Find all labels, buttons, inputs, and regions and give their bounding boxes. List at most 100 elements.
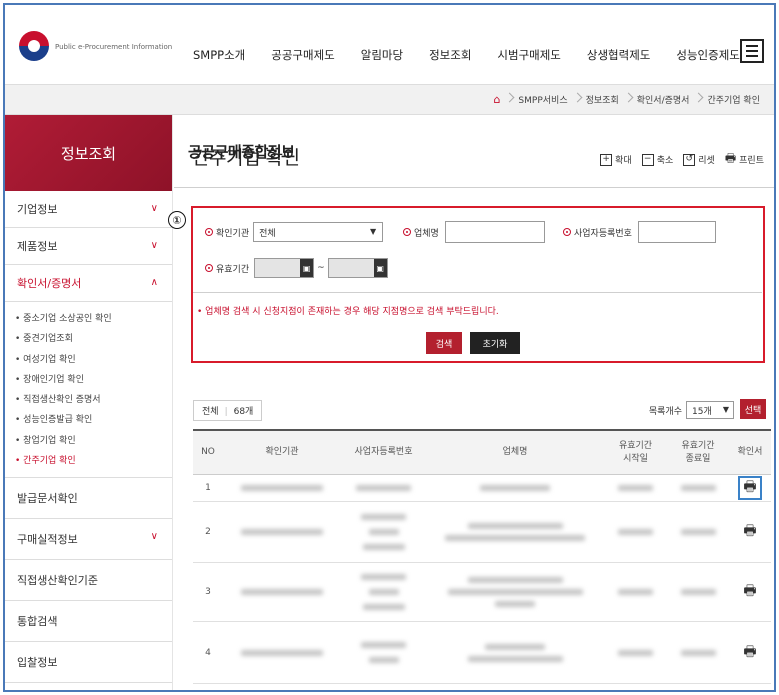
sidebar-submenu: 중소기업 소상공인 확인 중견기업조회 여성기업 확인 장애인기업 확인 직접생… bbox=[5, 302, 172, 479]
page-tools: + 확대 − 축소 ↺ 리셋 🖶 프린트 bbox=[590, 149, 764, 170]
site-logo[interactable]: 공공구매종합정보 Public e-Procurement Informatio… bbox=[19, 31, 295, 161]
redacted-cell bbox=[495, 601, 535, 607]
bullet-icon bbox=[205, 228, 213, 236]
col-header: 사업자등록번호 bbox=[354, 447, 413, 458]
chevron-down-icon: ∨ bbox=[150, 240, 158, 251]
total-count-value: 68개 bbox=[233, 407, 254, 417]
date-separator: ~ bbox=[317, 263, 325, 273]
biz-number-input[interactable] bbox=[637, 221, 716, 243]
reset-button[interactable]: 초기화 bbox=[470, 332, 520, 354]
biz-number-label: 사업자등록번호 bbox=[563, 226, 632, 239]
print-certificate-icon[interactable]: 🖶 bbox=[738, 580, 762, 604]
col-header: 업체명 bbox=[502, 447, 528, 458]
nav-notice[interactable]: 알림마당 bbox=[361, 47, 403, 63]
print-certificate-icon[interactable]: 🖶 bbox=[738, 641, 762, 665]
per-page-select[interactable]: 15개 ▼ bbox=[686, 401, 734, 419]
submenu-item[interactable]: 장애인기업 확인 bbox=[15, 370, 172, 390]
calendar-icon[interactable]: ▣ bbox=[300, 259, 314, 277]
sidebar-item-product-info[interactable]: 제품정보 ∨ bbox=[5, 228, 172, 265]
submenu-item[interactable]: 직접생산확인 증명서 bbox=[15, 390, 172, 410]
nav-info-lookup[interactable]: 정보조회 bbox=[429, 47, 471, 63]
nav-public-purchase[interactable]: 공공구매제도 bbox=[271, 47, 334, 63]
print-page-button[interactable]: 🖶 프린트 bbox=[725, 149, 764, 170]
results-table: NO 확인기관 사업자등록번호 업체명 유효기간 시작일 유효기간 종료일 확인… bbox=[193, 429, 771, 684]
submenu-item[interactable]: 여성기업 확인 bbox=[15, 350, 172, 370]
nav-smpp-intro[interactable]: SMPP소개 bbox=[193, 47, 245, 63]
table-row[interactable]: 3 🖶 bbox=[193, 563, 771, 622]
per-page-label: 목록개수 bbox=[648, 406, 682, 417]
company-label: 업체명 bbox=[403, 226, 439, 239]
main-nav: SMPP소개 공공구매제도 알림마당 정보조회 시범구매제도 상생협력제도 성능… bbox=[193, 47, 766, 63]
site-header: 공공구매종합정보 Public e-Procurement Informatio… bbox=[5, 5, 774, 161]
app-frame: 공공구매종합정보 Public e-Procurement Informatio… bbox=[3, 3, 776, 692]
reset-icon: ↺ bbox=[683, 153, 696, 166]
nav-performance-cert[interactable]: 성능인증제도 bbox=[676, 47, 739, 63]
bullet-icon bbox=[403, 228, 411, 236]
redacted-cell bbox=[445, 535, 585, 541]
sidebar-item-label: 기업정보 bbox=[17, 203, 58, 216]
page-title: 간주기업 확인 bbox=[192, 147, 300, 169]
sidebar-item-certificates[interactable]: 확인서/증명서 ∧ bbox=[5, 265, 172, 302]
tool-label: 프린트 bbox=[739, 156, 764, 166]
redacted-cell bbox=[368, 657, 399, 663]
hamburger-menu-icon[interactable] bbox=[740, 39, 764, 63]
zoom-in-button[interactable]: + 확대 bbox=[600, 153, 632, 166]
tool-label: 확대 bbox=[615, 156, 632, 166]
sidebar-item-direct-production-criteria[interactable]: 직접생산확인기준 bbox=[5, 560, 172, 602]
table-row[interactable]: 4 🖶 bbox=[193, 622, 771, 684]
submenu-item-active[interactable]: 간주기업 확인 bbox=[15, 451, 172, 471]
end-date-input[interactable]: ▣ bbox=[327, 258, 388, 278]
main-content: 간주기업 확인 + 확대 − 축소 ↺ 리셋 🖶 프린트 ① 확인기관 전체 ▼ 업체명 … bbox=[168, 115, 774, 690]
redacted-cell bbox=[361, 642, 406, 648]
breadcrumb-item[interactable]: 간주기업 확인 bbox=[707, 93, 760, 106]
company-name-input[interactable] bbox=[444, 221, 545, 243]
table-row[interactable]: 1 🖶 bbox=[193, 475, 771, 502]
sidebar-item-label: 구매실적정보 bbox=[17, 533, 78, 547]
calendar-icon[interactable]: ▣ bbox=[373, 259, 387, 277]
redacted-cell bbox=[618, 649, 653, 656]
org-select-value: 전체 bbox=[259, 228, 276, 239]
table-row[interactable]: 2 🖶 bbox=[193, 502, 771, 563]
taegeuk-logo-icon bbox=[19, 31, 49, 61]
home-icon[interactable]: ⌂ bbox=[493, 93, 500, 106]
print-certificate-icon[interactable]: 🖶 bbox=[738, 520, 762, 544]
redacted-cell bbox=[447, 589, 583, 595]
nav-pilot-purchase[interactable]: 시범구매제도 bbox=[497, 47, 560, 63]
nav-cooperation[interactable]: 상생협력제도 bbox=[587, 47, 650, 63]
sidebar-item-company-info[interactable]: 기업정보 ∨ bbox=[5, 191, 172, 228]
search-button[interactable]: 검색 bbox=[426, 332, 462, 354]
redacted-cell bbox=[368, 589, 399, 595]
breadcrumb-item[interactable]: SMPP서비스 bbox=[518, 93, 567, 106]
zoom-out-button[interactable]: − 축소 bbox=[641, 153, 673, 166]
sidebar-item-label: 통합검색 bbox=[17, 615, 58, 629]
redacted-cell bbox=[480, 485, 550, 491]
sidebar-item-integrated-search[interactable]: 통합검색 bbox=[5, 601, 172, 643]
breadcrumb-item[interactable]: 확인서/증명서 bbox=[637, 93, 690, 106]
minus-icon: − bbox=[641, 153, 654, 166]
breadcrumb: ⌂ SMPP서비스 정보조회 확인서/증명서 간주기업 확인 bbox=[493, 93, 760, 106]
submenu-item[interactable]: 중견기업조회 bbox=[15, 329, 172, 349]
submenu-item[interactable]: 성능인증발급 확인 bbox=[15, 410, 172, 430]
total-count: 전체 | 68개 bbox=[193, 400, 263, 421]
redacted-cell bbox=[680, 649, 716, 656]
sidebar-item-bid-info[interactable]: 입찰정보 bbox=[5, 642, 172, 684]
reset-zoom-button[interactable]: ↺ 리셋 bbox=[683, 153, 715, 166]
select-button[interactable]: 선택 bbox=[740, 399, 766, 419]
redacted-cell bbox=[485, 643, 545, 650]
sidebar-item-purchase-record[interactable]: 구매실적정보 ∨ bbox=[5, 519, 172, 561]
sidebar: 정보조회 기업정보 ∨ 제품정보 ∨ 확인서/증명서 ∧ 중소기업 소상공인 확… bbox=[5, 115, 173, 690]
row-number: 2 bbox=[205, 527, 211, 537]
org-select[interactable]: 전체 ▼ bbox=[253, 222, 384, 242]
redacted-cell bbox=[680, 485, 716, 491]
submenu-item[interactable]: 창업기업 확인 bbox=[15, 431, 172, 451]
printer-icon: 🖶 bbox=[724, 151, 737, 165]
sidebar-item-label: 확인서/증명서 bbox=[17, 277, 82, 290]
tool-label: 리셋 bbox=[698, 156, 715, 166]
breadcrumb-bar: ⌂ SMPP서비스 정보조회 확인서/증명서 간주기업 확인 bbox=[5, 85, 774, 115]
submenu-item[interactable]: 중소기업 소상공인 확인 bbox=[15, 309, 172, 329]
per-page-value: 15개 bbox=[692, 406, 712, 417]
print-certificate-icon[interactable]: 🖶 bbox=[738, 476, 762, 500]
start-date-input[interactable]: ▣ bbox=[254, 258, 315, 278]
breadcrumb-item[interactable]: 정보조회 bbox=[586, 93, 619, 106]
sidebar-item-doc-verify[interactable]: 발급문서확인 bbox=[5, 478, 172, 520]
